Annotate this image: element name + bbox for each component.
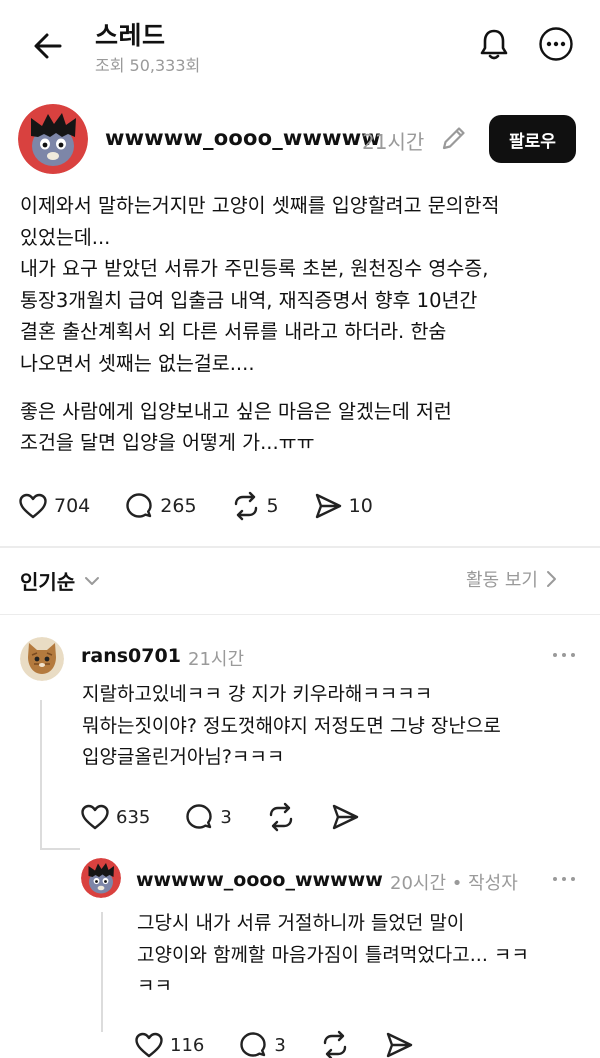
commenter-avatar[interactable] bbox=[81, 858, 121, 898]
comment-actions: 116 3 bbox=[134, 1030, 448, 1058]
reply-count: 3 bbox=[274, 1034, 286, 1056]
repost-icon bbox=[234, 491, 257, 521]
reply-button[interactable]: 3 bbox=[238, 1030, 286, 1058]
post-line: 있었는데... bbox=[20, 225, 111, 249]
comment-more-button[interactable] bbox=[549, 645, 579, 665]
thread-line bbox=[40, 848, 80, 850]
page-title: 스레드 bbox=[95, 21, 166, 50]
author-avatar[interactable] bbox=[18, 104, 88, 174]
more-horizontal-icon bbox=[539, 27, 573, 61]
divider bbox=[0, 546, 600, 548]
view-activity-link[interactable]: 활동 보기 bbox=[466, 566, 560, 592]
post-line: 나오면서 셋째는 없는걸로.... bbox=[20, 351, 255, 375]
comment-actions: 635 3 bbox=[80, 802, 394, 832]
post-line: 이제와서 말하는거지만 고양이 셋째를 입양할려고 문의한적 bbox=[20, 194, 500, 217]
share-button[interactable] bbox=[384, 1030, 414, 1058]
repost-icon bbox=[323, 1030, 347, 1058]
commenter-avatar[interactable] bbox=[20, 637, 64, 681]
chevron-down-icon bbox=[85, 576, 100, 585]
repost-button[interactable]: 5 bbox=[231, 491, 279, 521]
heart-icon bbox=[19, 493, 47, 519]
send-icon bbox=[315, 493, 341, 519]
post-line: 조건을 달면 입양을 어떻게 가...ㅠㅠ bbox=[20, 431, 315, 455]
send-icon bbox=[386, 1032, 413, 1058]
chevron-right-icon bbox=[546, 571, 556, 587]
share-count: 10 bbox=[348, 495, 373, 517]
view-count: 조회 50,333회 bbox=[95, 56, 201, 75]
reply-count: 3 bbox=[220, 806, 232, 828]
like-count: 116 bbox=[170, 1034, 205, 1056]
author-name[interactable]: wwwww_oooo_wwwww bbox=[105, 126, 381, 150]
commenter-name[interactable]: wwwww_oooo_wwwww bbox=[136, 869, 383, 891]
post-line: 통장3개월치 급여 입출금 내역, 재직증명서 향후 10년간 bbox=[20, 288, 478, 312]
comment-text: 지랄하고있네ㅋㅋ 걍 지가 키우라해ㅋㅋㅋㅋ 뭐하는짓이야? 정도껏해야지 저정… bbox=[82, 679, 501, 774]
activity-label: 활동 보기 bbox=[466, 570, 538, 591]
sort-label: 인기순 bbox=[20, 570, 76, 594]
repost-button[interactable] bbox=[320, 1030, 350, 1058]
comment-line: 고양이와 함께할 마음가짐이 틀려먹었다고... ㅋㅋ bbox=[137, 943, 529, 966]
thread-line bbox=[101, 912, 103, 1032]
comment-line: 입양글올린거아님?ㅋㅋㅋ bbox=[82, 746, 285, 769]
comment-text: 그당시 내가 서류 거절하니까 들었던 말이 고양이와 함께할 마음가짐이 틀려… bbox=[137, 908, 529, 1003]
thread-line bbox=[40, 700, 42, 850]
send-icon bbox=[332, 804, 359, 830]
post-actions: 704 265 5 10 bbox=[18, 491, 407, 521]
comment-icon bbox=[240, 1032, 267, 1057]
arrow-left-icon bbox=[34, 33, 62, 59]
like-count: 635 bbox=[116, 806, 151, 828]
post-time: 21시간 bbox=[362, 130, 425, 154]
comment-line: ㅋㅋ bbox=[137, 975, 172, 998]
follow-button[interactable]: 팔로우 bbox=[489, 115, 576, 163]
bell-icon bbox=[480, 29, 508, 60]
post-line: 좋은 사람에게 입양보내고 싶은 마음은 알겠는데 저런 bbox=[20, 399, 452, 423]
comment-time: 20시간 • 작성자 bbox=[390, 873, 518, 894]
more-options-button[interactable] bbox=[536, 24, 576, 64]
more-horizontal-icon bbox=[553, 653, 575, 657]
post-body: 이제와서 말하는거지만 고양이 셋째를 입양할려고 문의한적 있었는데... 내… bbox=[20, 190, 585, 459]
like-button[interactable]: 704 bbox=[18, 492, 90, 520]
heart-icon bbox=[81, 804, 109, 830]
comment-more-button[interactable] bbox=[549, 869, 579, 889]
sort-dropdown[interactable]: 인기순 bbox=[20, 566, 103, 595]
share-button[interactable] bbox=[330, 802, 360, 832]
like-button[interactable]: 635 bbox=[80, 803, 150, 831]
comment-button[interactable]: 265 bbox=[124, 491, 197, 521]
commenter-name[interactable]: rans0701 bbox=[81, 645, 181, 667]
edit-button[interactable] bbox=[440, 124, 468, 152]
top-bar: 스레드 조회 50,333회 bbox=[0, 0, 600, 92]
back-button[interactable] bbox=[28, 26, 68, 66]
like-button[interactable]: 116 bbox=[134, 1031, 204, 1058]
divider bbox=[0, 614, 600, 615]
repost-count: 5 bbox=[266, 495, 279, 517]
pencil-icon bbox=[442, 127, 465, 150]
comment-count: 265 bbox=[160, 495, 197, 517]
share-button[interactable]: 10 bbox=[313, 491, 373, 521]
comment-line: 뭐하는짓이야? 정도껏해야지 저정도면 그냥 장난으로 bbox=[82, 714, 501, 737]
repost-icon bbox=[269, 802, 293, 832]
comment-time: 21시간 bbox=[188, 649, 245, 670]
more-horizontal-icon bbox=[553, 877, 575, 881]
post-line: 내가 요구 받았던 서류가 주민등록 초본, 원천징수 영수증, bbox=[20, 257, 489, 281]
like-count: 704 bbox=[54, 495, 91, 517]
heart-icon bbox=[135, 1032, 163, 1058]
comment-line: 지랄하고있네ㅋㅋ 걍 지가 키우라해ㅋㅋㅋㅋ bbox=[82, 683, 433, 705]
notification-button[interactable] bbox=[474, 24, 514, 64]
comment-icon bbox=[186, 804, 213, 829]
comment-line: 그당시 내가 서류 거절하니까 들었던 말이 bbox=[137, 912, 465, 934]
reply-button[interactable]: 3 bbox=[184, 802, 232, 832]
post-line: 결혼 출산계획서 외 다른 서류를 내라고 하더라. 한숨 bbox=[20, 320, 447, 344]
comment-icon bbox=[126, 493, 152, 518]
repost-button[interactable] bbox=[266, 802, 296, 832]
